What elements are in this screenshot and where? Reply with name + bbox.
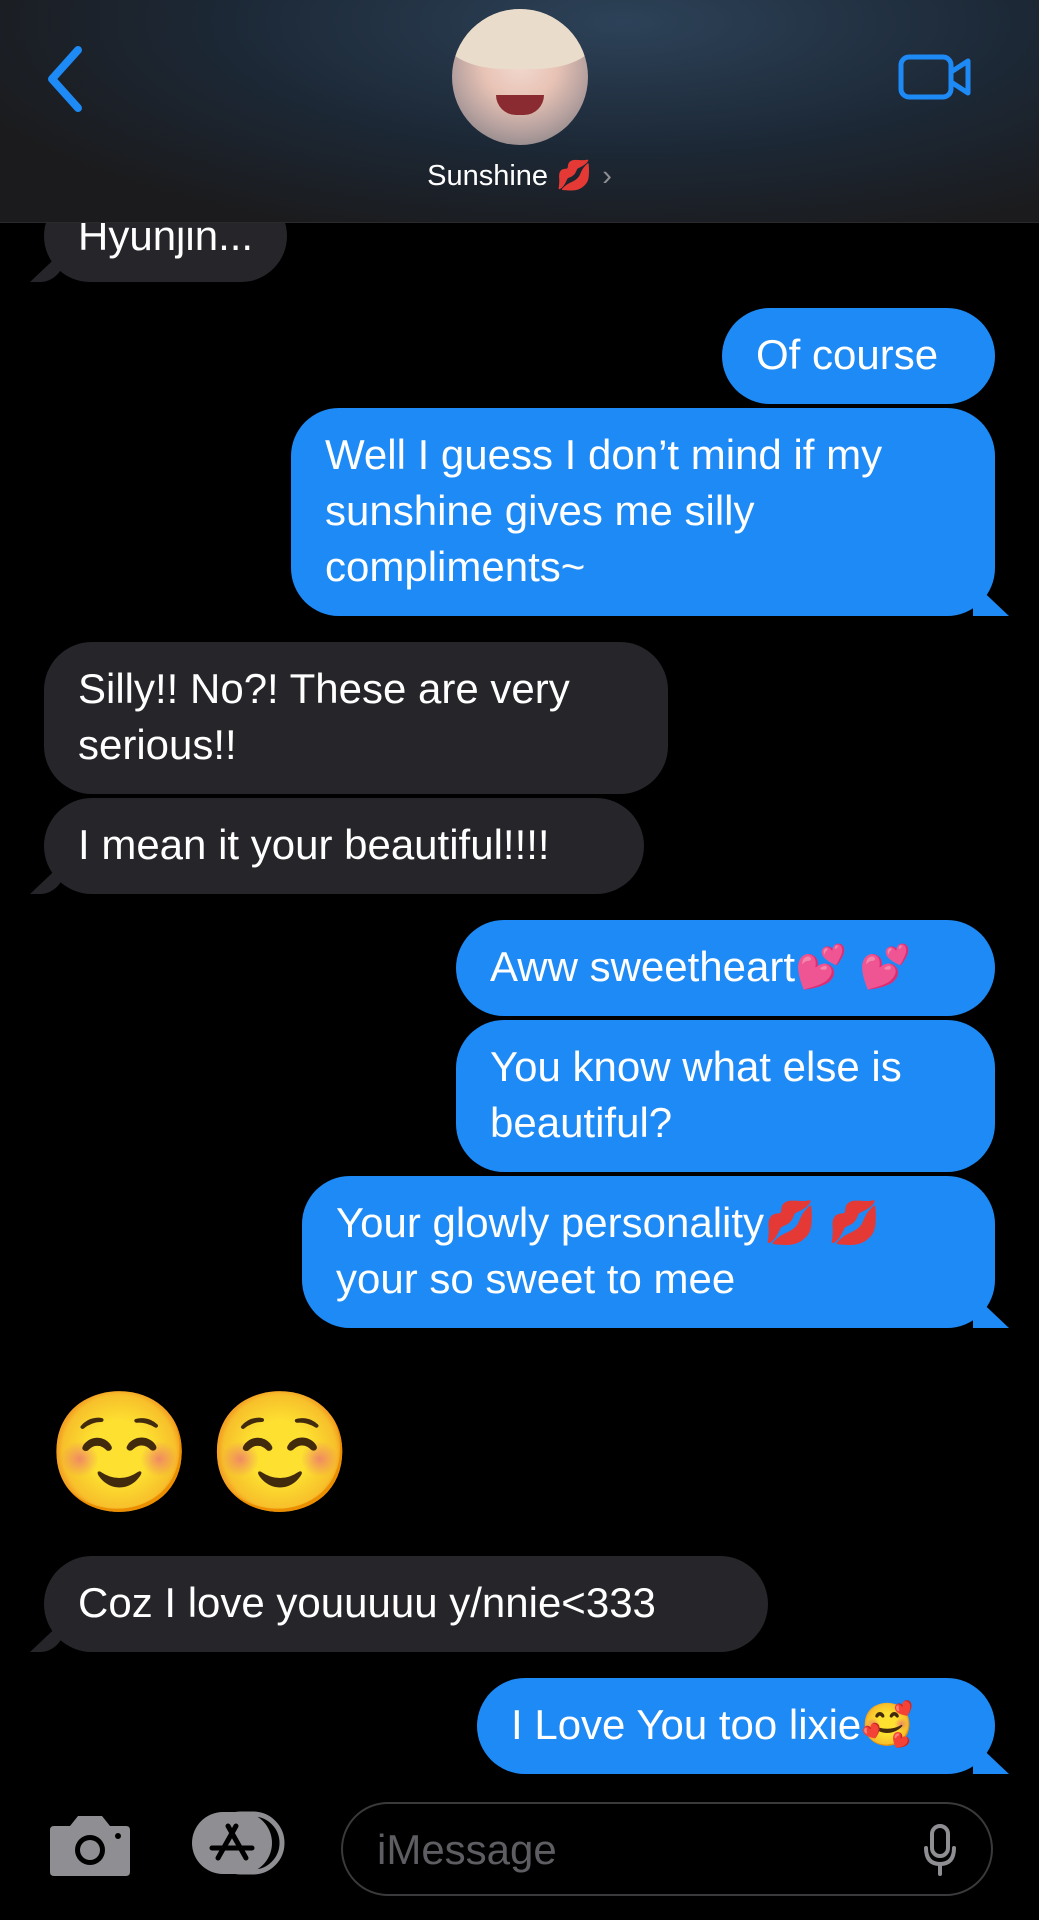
message-text: I Love You too lixie🥰 [511,1701,914,1748]
contact-name-button[interactable]: Sunshine 💋 › [0,158,1039,194]
message-bubble-outgoing[interactable]: Aww sweetheart💕 💕 [456,920,995,1016]
avatar[interactable] [452,9,588,145]
message-bubble-incoming[interactable]: Coz I love youuuuu y/nnie<333 [44,1556,768,1652]
message-text: Silly!! No?! These are very serious!! [78,665,570,768]
message-bubble-outgoing[interactable]: Of course [722,308,995,404]
message-bubble-outgoing[interactable]: I Love You too lixie🥰 [477,1678,995,1774]
message-text: Your glowly personality💋 💋 your so sweet… [336,1199,881,1302]
emoji-message[interactable]: ☺️☺️ [46,1388,368,1518]
camera-icon[interactable] [48,1812,132,1878]
chevron-right-icon: › [602,160,612,192]
message-bubble-outgoing[interactable]: Your glowly personality💋 💋 your so sweet… [302,1176,995,1328]
video-camera-icon[interactable] [898,52,972,102]
message-text: Coz I love youuuuu y/nnie<333 [78,1579,656,1626]
message-text: ☺️☺️ [46,1387,368,1519]
imessage-input[interactable] [375,1804,899,1896]
message-bubble-incoming[interactable]: Silly!! No?! These are very serious!! [44,642,668,794]
chevron-left-icon[interactable] [44,44,84,114]
imessage-field[interactable] [341,1802,993,1896]
message-bubble-outgoing[interactable]: Well I guess I don’t mind if my sunshine… [291,408,995,616]
message-text: I mean it your beautiful!!!! [78,821,550,868]
conversation-header: Sunshine 💋 › [0,0,1039,223]
message-text: Aww sweetheart💕 💕 [490,943,912,990]
message-bubble-incoming[interactable]: I mean it your beautiful!!!! [44,798,644,894]
message-bubble-outgoing[interactable]: You know what else is beautiful? [456,1020,995,1172]
message-input-bar [0,1790,1039,1920]
microphone-icon[interactable] [923,1824,957,1876]
message-text: You know what else is beautiful? [490,1043,902,1146]
app-store-icon[interactable] [192,1808,296,1878]
message-text: Well I guess I don’t mind if my sunshine… [325,431,883,590]
contact-name: Sunshine 💋 [427,160,593,192]
message-text: Of course [756,331,939,378]
message-thread[interactable]: Hyunjin... Of course Well I guess I don’… [0,0,1039,1920]
